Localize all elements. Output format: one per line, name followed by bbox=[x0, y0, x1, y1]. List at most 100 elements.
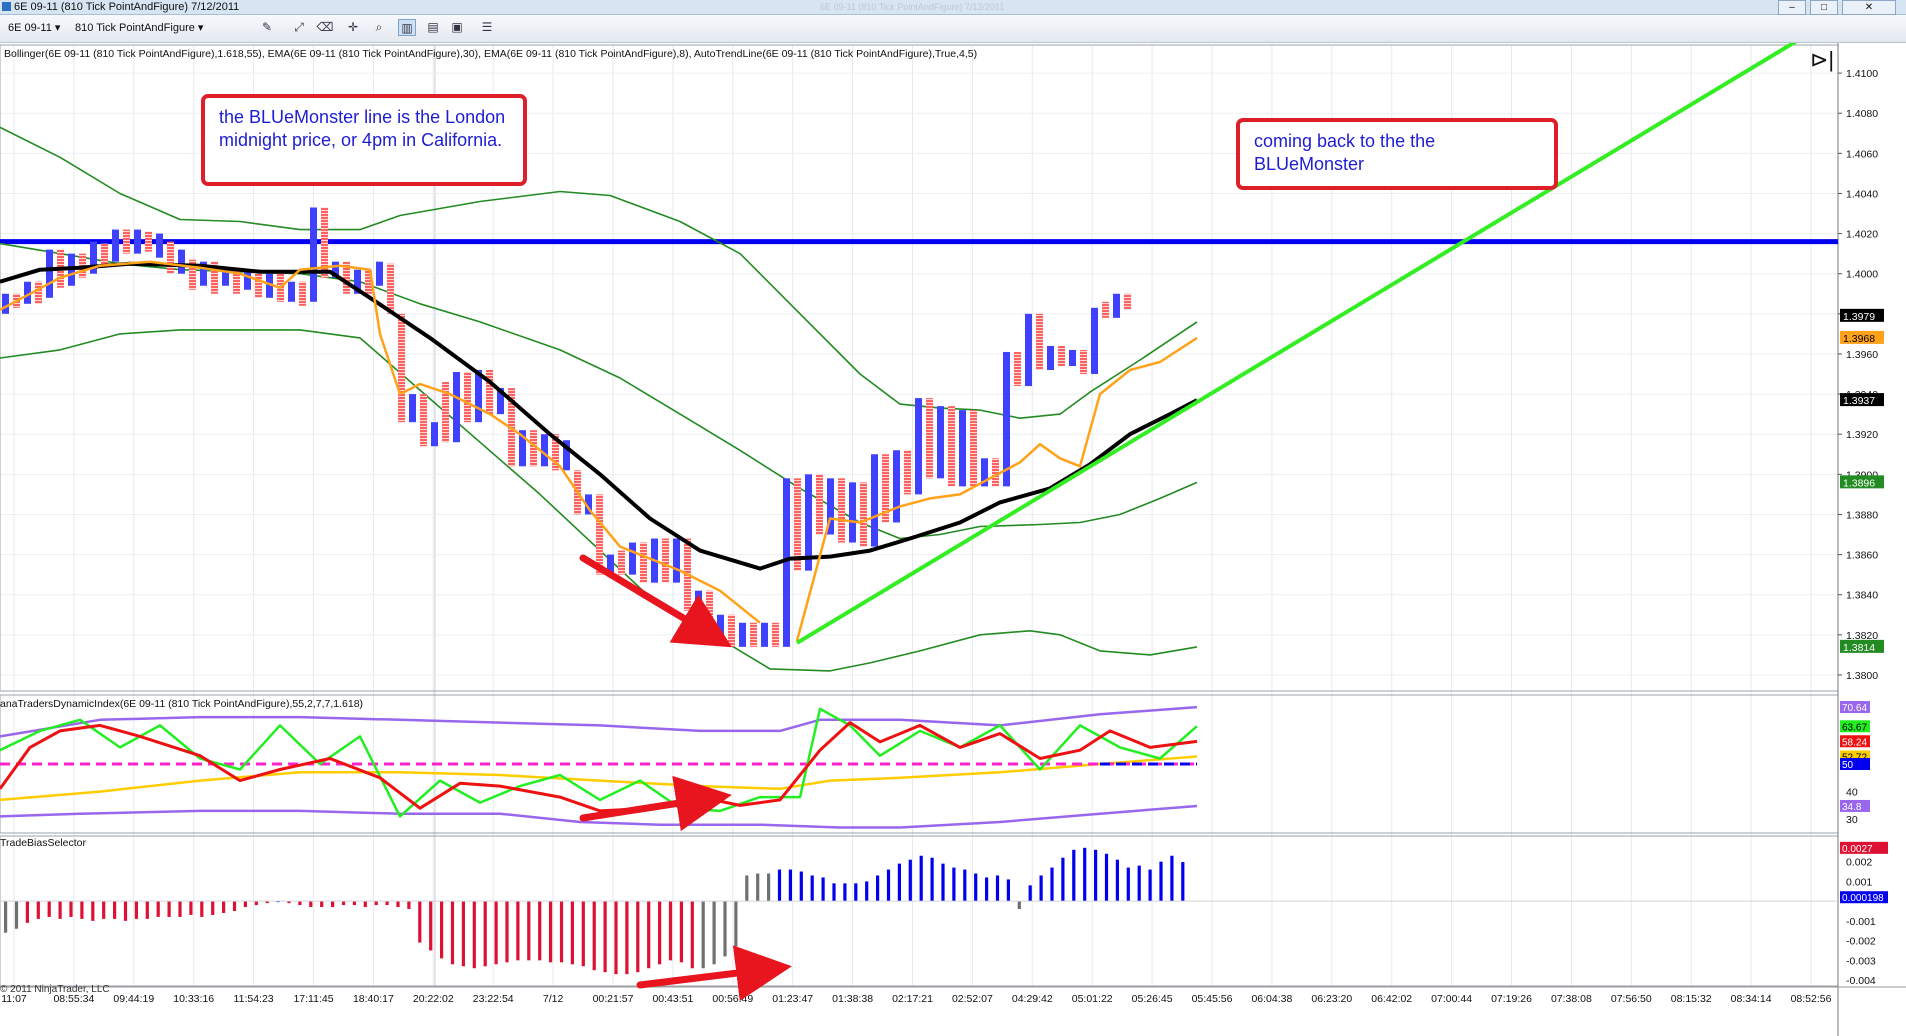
pencil-icon[interactable]: ✎ bbox=[258, 19, 276, 36]
bias-bar bbox=[450, 901, 455, 965]
pnf-x-column bbox=[673, 538, 680, 583]
bias-bar bbox=[559, 901, 564, 963]
bias-y-tick-label: 0.002 bbox=[1846, 857, 1872, 869]
pnf-x-column bbox=[453, 372, 460, 443]
pnf-x-column bbox=[112, 229, 119, 262]
tdi-value-label: 34.8 bbox=[1842, 802, 1862, 813]
draw-tools-icon[interactable]: ⤢ bbox=[290, 19, 308, 36]
bias-bar bbox=[189, 901, 193, 915]
pnf-x-column bbox=[871, 454, 878, 547]
x-tick-label: 7/12 bbox=[543, 993, 564, 1005]
tdi-value-label: 50 bbox=[1842, 760, 1854, 771]
bias-bar bbox=[832, 883, 836, 902]
bias-bar bbox=[472, 901, 476, 969]
bias-bar bbox=[1137, 865, 1141, 902]
pnf-o-column bbox=[1058, 345, 1065, 366]
instrument-selector[interactable]: 6E 09-11 ▾ bbox=[8, 20, 60, 36]
bias-bar bbox=[505, 901, 509, 963]
tdi-panel bbox=[0, 705, 1198, 829]
bias-bar bbox=[102, 901, 106, 919]
bias-bar bbox=[222, 901, 226, 913]
x-tick-label: 08:15:32 bbox=[1671, 993, 1712, 1005]
x-tick-label: 05:01:22 bbox=[1072, 993, 1113, 1005]
x-tick-label: 04:29:42 bbox=[1012, 993, 1053, 1005]
period-selector[interactable]: 810 Tick PointAndFigure ▾ bbox=[75, 20, 203, 36]
properties-icon[interactable]: ☰ bbox=[478, 19, 496, 36]
bias-bar bbox=[167, 901, 171, 917]
bias-bar bbox=[886, 869, 891, 902]
bias-panel-title: TradeBiasSelector bbox=[0, 837, 86, 849]
bias-bar bbox=[930, 857, 934, 902]
pnf-x-column bbox=[431, 422, 438, 447]
y-tick-label: 1.4060 bbox=[1846, 148, 1878, 160]
x-tick-label: 08:34:14 bbox=[1731, 993, 1772, 1005]
x-tick-label: 17:11:45 bbox=[293, 993, 333, 1005]
bias-value-label: 0.000198 bbox=[1842, 893, 1884, 904]
bias-bar bbox=[320, 901, 324, 908]
bias-bar bbox=[407, 901, 411, 910]
pnf-o-column bbox=[860, 482, 867, 547]
pnf-o-column bbox=[904, 450, 911, 495]
bias-bar bbox=[549, 901, 553, 963]
eraser-icon[interactable]: ⌫ bbox=[316, 19, 334, 36]
x-tick-label: 11:54:23 bbox=[234, 993, 274, 1005]
bias-bar bbox=[80, 901, 84, 919]
bias-bar bbox=[1061, 857, 1065, 902]
x-tick-label: 00:43:51 bbox=[652, 993, 693, 1005]
bias-bar bbox=[483, 901, 487, 967]
pnf-x-column bbox=[937, 406, 944, 479]
crosshair-icon[interactable]: ✛ bbox=[344, 19, 362, 36]
minimize-button[interactable]: – bbox=[1778, 0, 1806, 15]
bias-bar bbox=[876, 875, 880, 902]
tdi-value-label: 58.24 bbox=[1842, 737, 1867, 748]
y-tick-label: 1.3860 bbox=[1846, 550, 1878, 562]
bias-bar bbox=[527, 901, 531, 961]
pnf-o-column bbox=[35, 281, 42, 304]
bias-bar bbox=[25, 901, 29, 923]
bias-bar bbox=[14, 901, 19, 929]
bias-bar bbox=[865, 881, 869, 902]
pnf-o-column bbox=[420, 394, 427, 447]
bias-y-tick-label: 0.001 bbox=[1846, 876, 1872, 888]
bias-bar bbox=[799, 871, 803, 902]
pnf-x-column bbox=[1113, 293, 1120, 318]
x-tick-label: 02:52:07 bbox=[952, 993, 993, 1005]
price-label: 1.3896 bbox=[1843, 477, 1875, 489]
x-tick-label: 01:23:47 bbox=[772, 993, 813, 1005]
chart-canvas: 11:07 08:55:34 09:44:19 10:33:16 11:54:23 17:… bbox=[0, 43, 1906, 1036]
close-button[interactable]: ✕ bbox=[1842, 0, 1896, 15]
pnf-x-column bbox=[739, 622, 746, 647]
chart-toolbar: 6E 09-11 ▾ 810 Tick PointAndFigure ▾ ✎ ⤢… bbox=[0, 15, 1906, 43]
pnf-x-column bbox=[156, 233, 163, 258]
bias-bar bbox=[145, 901, 149, 919]
bias-bar bbox=[1006, 879, 1010, 902]
red-arrow bbox=[579, 775, 732, 832]
pnf-x-column bbox=[915, 398, 922, 495]
bias-bar bbox=[1094, 849, 1098, 902]
window-title: 6E 09-11 (810 Tick PointAndFigure) 7/12/… bbox=[14, 1, 240, 13]
x-tick-label: 05:26:45 bbox=[1132, 993, 1173, 1005]
dropdown-arrow-icon: ▾ bbox=[54, 22, 61, 34]
pnf-x-column bbox=[541, 434, 548, 467]
bias-bar bbox=[538, 901, 542, 961]
bias-bar bbox=[1126, 867, 1130, 902]
zoom-icon[interactable]: ⌕ bbox=[370, 19, 388, 36]
bias-bar bbox=[952, 867, 956, 902]
bias-bar bbox=[1039, 875, 1043, 902]
maximize-button[interactable]: □ bbox=[1810, 0, 1838, 15]
bias-bar bbox=[963, 869, 967, 902]
image-icon[interactable]: ▣ bbox=[448, 19, 466, 36]
x-tick-label: 00:56:49 bbox=[712, 993, 753, 1005]
bias-bar bbox=[47, 901, 51, 917]
data-box-icon[interactable]: ▤ bbox=[424, 19, 442, 36]
bias-bar bbox=[1072, 849, 1076, 902]
bias-bar bbox=[625, 901, 629, 975]
pnf-o-column bbox=[464, 372, 471, 423]
bias-bar bbox=[123, 901, 128, 921]
bias-bar bbox=[4, 901, 8, 933]
bias-bar bbox=[1170, 855, 1174, 902]
bias-bar bbox=[58, 901, 62, 919]
tdi-value-label: 63.67 bbox=[1842, 722, 1867, 733]
bar-chart-icon[interactable]: ▥ bbox=[398, 19, 416, 36]
bias-bar bbox=[810, 875, 814, 902]
